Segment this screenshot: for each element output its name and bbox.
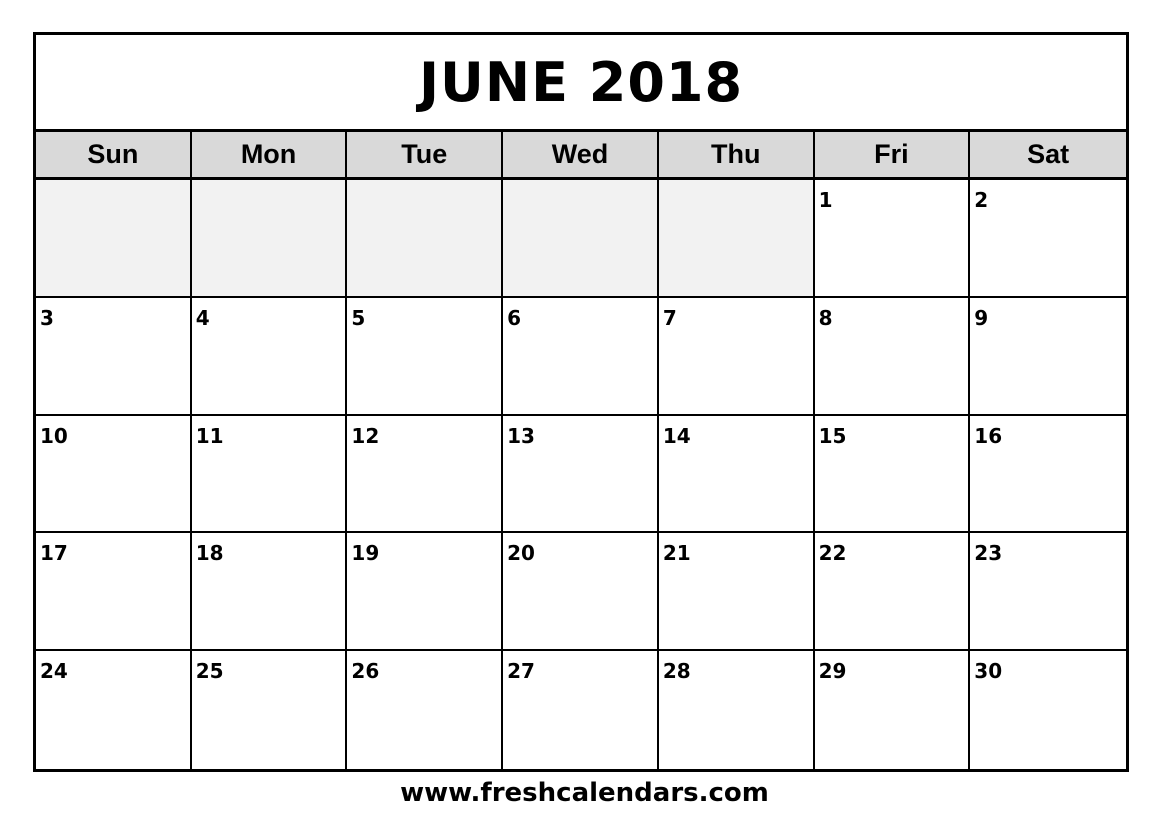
day-number: 28 (662, 659, 691, 684)
day-cell: 8 (814, 297, 971, 416)
day-number: 10 (40, 423, 68, 448)
day-number: 27 (507, 659, 535, 684)
weekday-fri: Fri (815, 132, 971, 177)
day-number: 17 (40, 541, 68, 566)
empty-day-cell (347, 180, 504, 298)
day-grid: 1 2 3 4 5 6 7 8 9 10 11 12 13 14 15 16 17 18 19 20 21 22 23 24 2… (36, 180, 1126, 769)
empty-day-cell (191, 180, 348, 298)
day-number: 18 (195, 541, 224, 566)
day-cell: 14 (658, 415, 815, 534)
day-cell: 2 (970, 180, 1126, 298)
day-number: 5 (351, 305, 366, 330)
weekday-wed: Wed (503, 132, 659, 177)
day-cell: 29 (814, 651, 971, 769)
day-number: 25 (195, 659, 224, 684)
day-number: 23 (974, 541, 1003, 566)
day-number: 13 (507, 423, 535, 448)
day-number: 11 (195, 423, 224, 448)
day-cell: 13 (503, 415, 659, 534)
footer-website: www.freshcalendars.com (400, 778, 769, 808)
day-number: 24 (40, 659, 68, 684)
day-cell: 23 (970, 533, 1126, 652)
day-cell: 1 (814, 180, 971, 298)
day-cell: 28 (658, 651, 815, 769)
day-cell: 5 (347, 297, 504, 416)
day-number: 26 (351, 659, 380, 684)
day-cell: 25 (191, 651, 348, 769)
empty-day-cell (503, 180, 659, 298)
day-number: 1 (818, 188, 833, 212)
calendar: JUNE 2018 Sun Mon Tue Wed Thu Fri Sat 12… (33, 32, 1129, 772)
day-cell: 4 (191, 297, 348, 416)
day-cell: 18 (191, 533, 348, 652)
day-cell: 26 (347, 651, 504, 769)
day-number: 14 (662, 423, 691, 448)
weekday-sat: Sat (1027, 139, 1070, 169)
day-cell: 21 (658, 533, 815, 652)
empty-day-cell (658, 180, 815, 298)
day-number: 21 (662, 541, 691, 566)
day-cell: 3 (36, 297, 192, 416)
day-number: 6 (507, 305, 522, 330)
day-cell: 17 (36, 533, 192, 652)
day-cell: 11 (191, 415, 348, 534)
day-cell: 7 (658, 297, 815, 416)
day-cell: 12 (347, 415, 504, 534)
empty-day-cell (36, 180, 192, 298)
day-number: 16 (974, 423, 1003, 448)
day-cell: 27 (503, 651, 659, 769)
day-number: 20 (507, 541, 535, 566)
day-cell: 16 (970, 415, 1126, 534)
day-cell: 30 (970, 651, 1126, 769)
day-number: 30 (974, 659, 1003, 684)
day-number: 8 (818, 305, 833, 330)
day-cell: 9 (970, 297, 1126, 416)
weekday-header-row: Sun Mon Tue Wed Thu Fri Sat (36, 132, 1126, 180)
day-number: 19 (351, 541, 380, 566)
day-number: 29 (818, 659, 847, 684)
month-title: JUNE 2018 (36, 35, 1126, 132)
day-number: 3 (40, 305, 54, 330)
day-cell: 19 (347, 533, 504, 652)
day-number: 4 (195, 305, 210, 330)
day-number: 22 (818, 541, 847, 566)
day-cell: 10 (36, 415, 192, 534)
day-cell: 6 (503, 297, 659, 416)
day-number: 7 (662, 305, 677, 330)
weekday-mon: Mon (192, 132, 348, 177)
weekday-thu: Thu (659, 132, 815, 177)
day-number: 2 (974, 188, 989, 212)
day-cell: 22 (814, 533, 971, 652)
day-number: 9 (974, 305, 989, 330)
day-cell: 15 (814, 415, 971, 534)
day-cell: 20 (503, 533, 659, 652)
weekday-tue: Tue (347, 132, 504, 177)
day-number: 15 (818, 423, 847, 448)
weekday-sun: Sun (36, 132, 192, 177)
day-number: 12 (351, 423, 380, 448)
day-cell: 24 (36, 651, 192, 769)
